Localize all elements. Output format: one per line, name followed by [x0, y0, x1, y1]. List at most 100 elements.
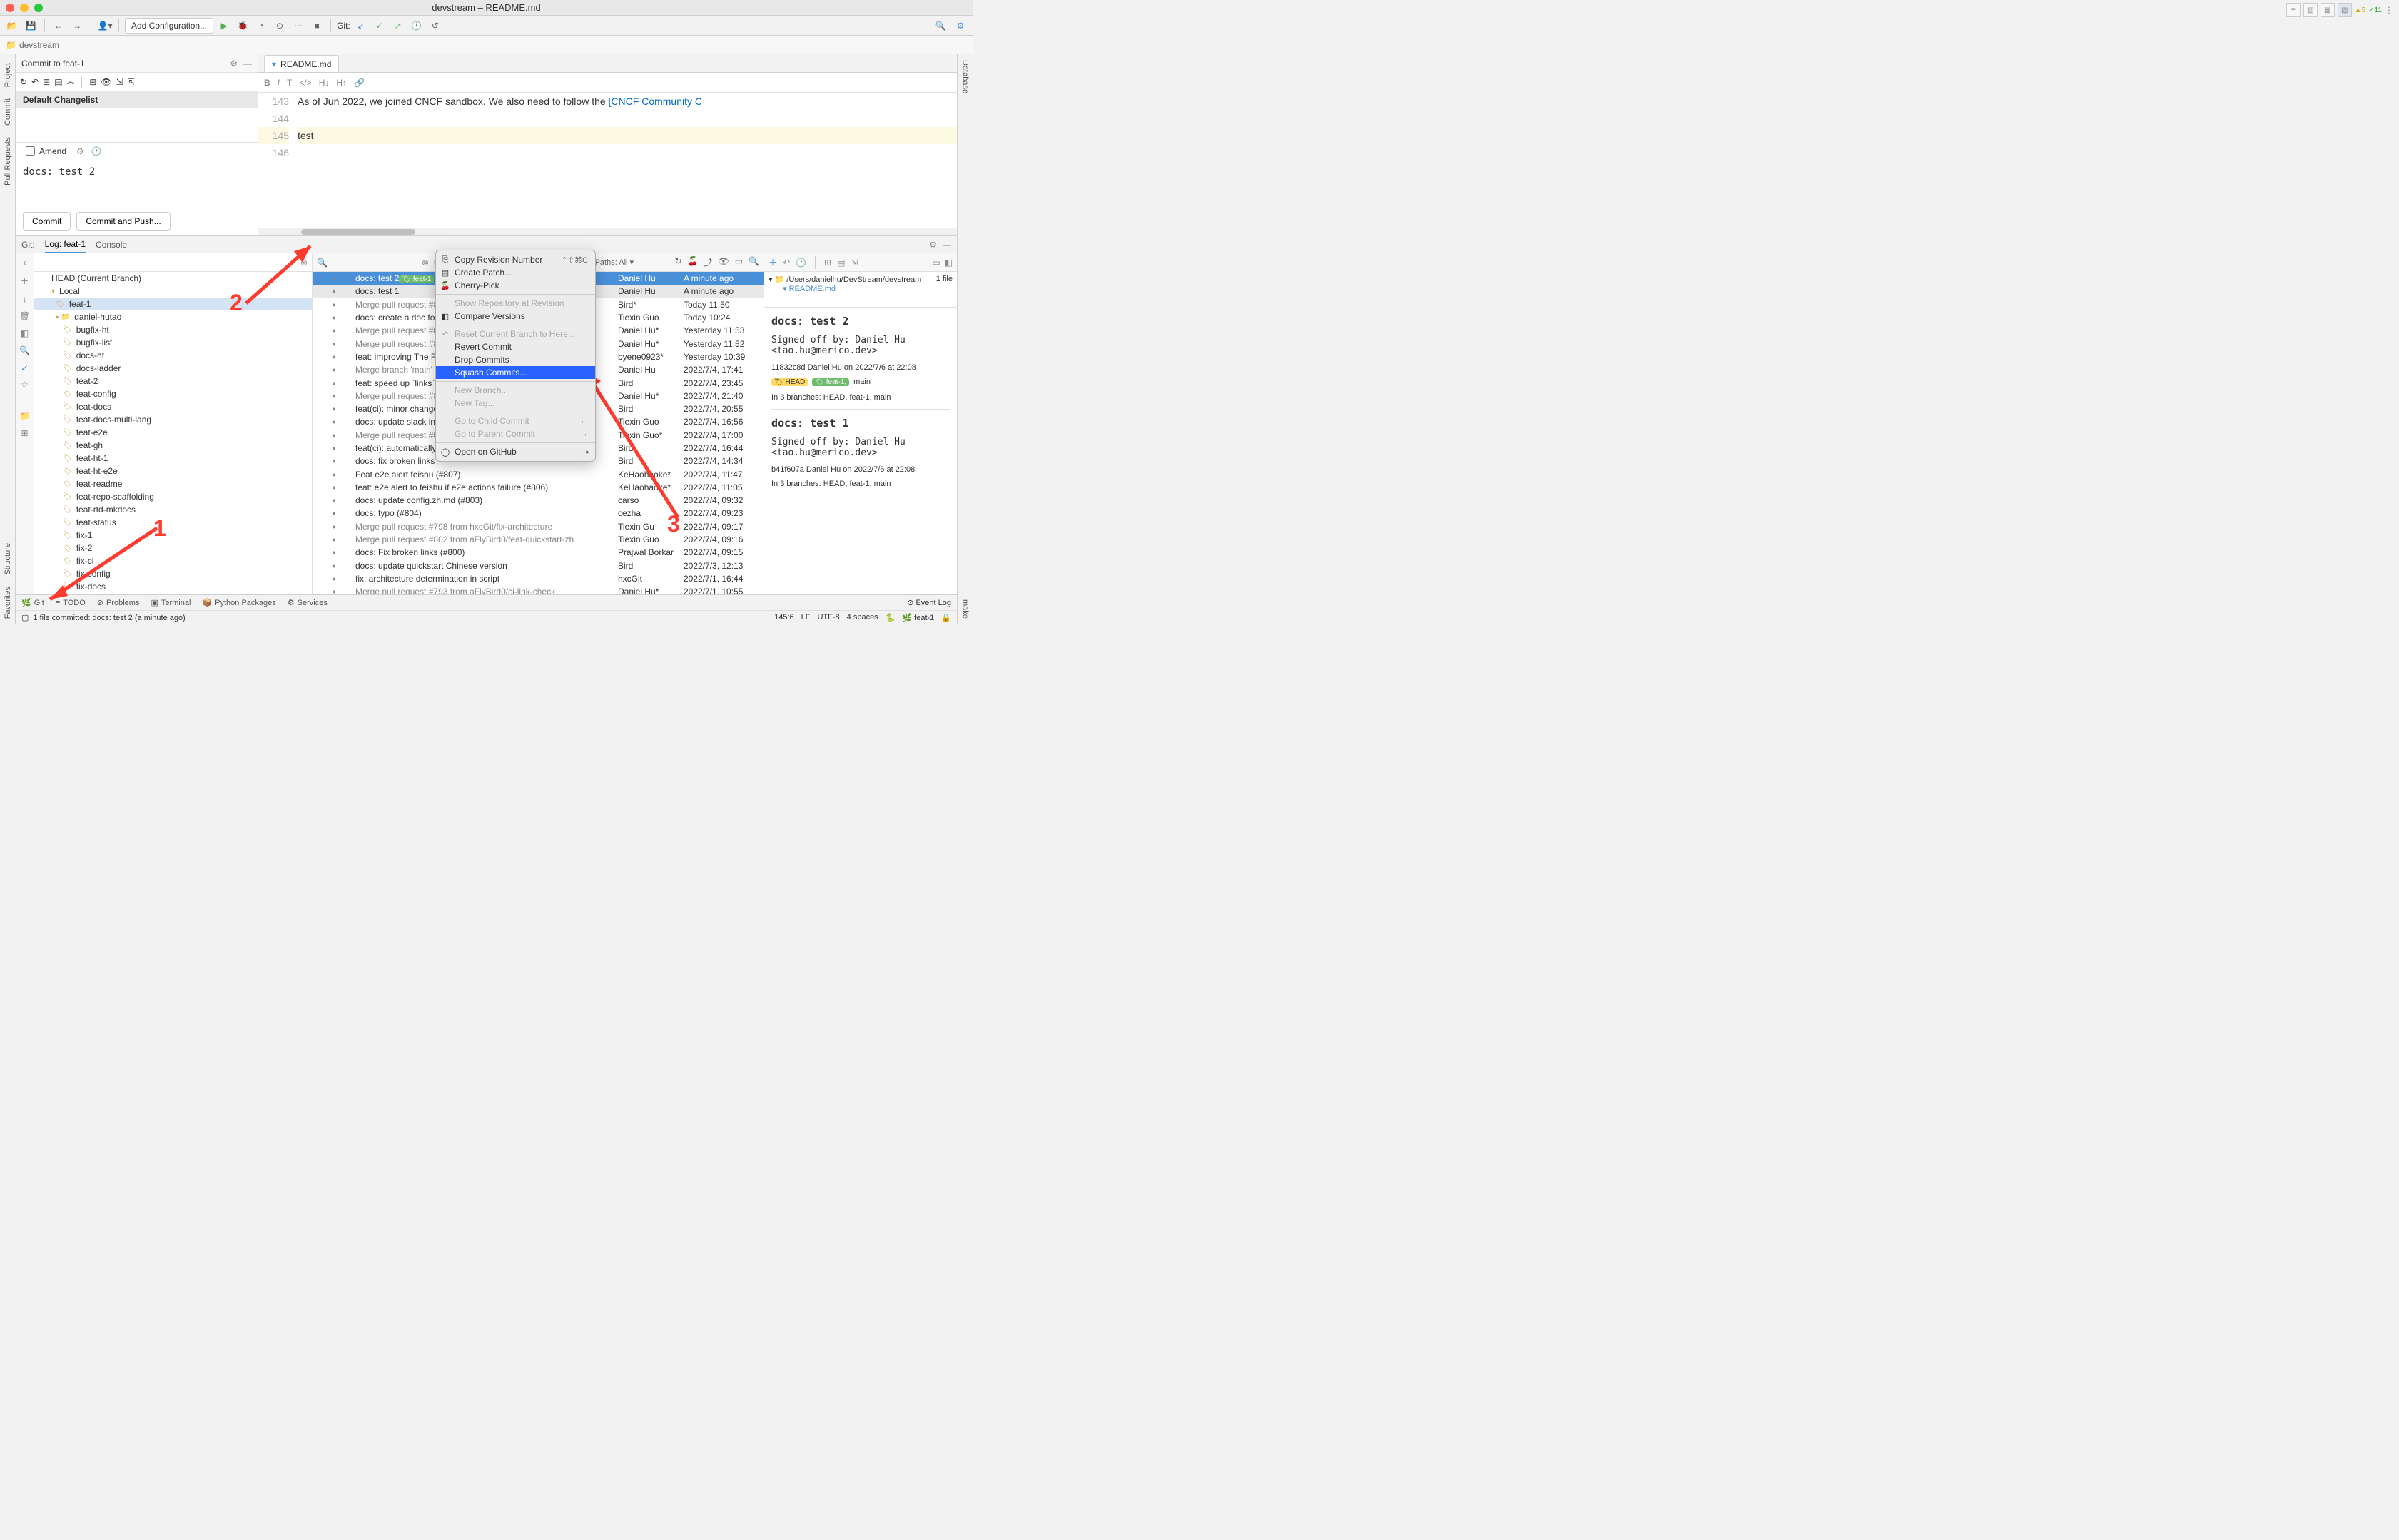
status-line-sep[interactable]: LF — [801, 613, 811, 622]
push-log-icon[interactable]: ⤴ — [704, 256, 712, 268]
breadcrumb-project[interactable]: 📁 devstream — [6, 40, 59, 50]
window-close[interactable] — [6, 4, 14, 12]
branch-feat-repo-scaffolding[interactable]: 🏷feat-repo-scaffolding — [34, 490, 312, 503]
bottom-tab-todo[interactable]: ≡TODO — [56, 599, 86, 607]
branch-local[interactable]: ▾Local — [34, 285, 312, 298]
user-icon[interactable]: 👤▾ — [97, 18, 113, 34]
history-detail-icon[interactable]: 🕐 — [796, 258, 806, 268]
branch-feat-e2e[interactable]: 🏷feat-e2e — [34, 426, 312, 439]
branch-feat-readme[interactable]: 🏷feat-readme — [34, 477, 312, 490]
attach-icon[interactable]: ⋯ — [290, 18, 306, 34]
rail-favorites[interactable]: Favorites — [1, 581, 14, 624]
branch-feat-status[interactable]: 🏷feat-status — [34, 516, 312, 529]
event-log-tab[interactable]: ⊙ Event Log — [907, 598, 951, 607]
menu-create-patch-[interactable]: ▤Create Patch... — [436, 266, 595, 279]
rail-structure[interactable]: Structure — [1, 537, 14, 581]
debug-icon[interactable]: 🐞 — [235, 18, 250, 34]
branch-bugfix-ht[interactable]: 🏷bugfix-ht — [34, 323, 312, 336]
branch-feat-rtd-mkdocs[interactable]: 🏷feat-rtd-mkdocs — [34, 503, 312, 516]
forward-icon[interactable]: → — [69, 18, 85, 34]
expand-tool-icon[interactable]: ⊞ — [21, 428, 28, 438]
collapse-icon[interactable]: ‹ — [24, 258, 26, 268]
search-icon[interactable]: 🔍 — [933, 18, 948, 34]
refresh-icon[interactable]: ↻ — [20, 77, 27, 87]
branch-feat-ht-1[interactable]: 🏷feat-ht-1 — [34, 452, 312, 465]
branch-filter-clear-icon[interactable]: ⊗ — [300, 258, 308, 268]
save-icon[interactable]: 💾 — [23, 18, 39, 34]
new-branch-icon[interactable]: ＋ — [20, 275, 29, 287]
cherry-pick-icon[interactable]: 🍒 — [688, 256, 699, 268]
menu-copy-revision-number[interactable]: ⎘Copy Revision Number⌃⇧⌘C — [436, 253, 595, 266]
amend-checkbox[interactable] — [26, 146, 35, 156]
commit-button[interactable]: Commit — [23, 212, 71, 231]
branch-daniel-hutao[interactable]: ▸ 📁daniel-hutao — [34, 310, 312, 323]
run-icon[interactable]: ▶ — [216, 18, 232, 34]
status-indent[interactable]: 4 spaces — [847, 613, 878, 622]
bottom-tab-python-packages[interactable]: 📦Python Packages — [202, 598, 275, 607]
git-hide-icon[interactable]: — — [943, 240, 951, 250]
log-row[interactable]: ●docs: update quickstart Chinese version… — [313, 559, 764, 572]
coverage-icon[interactable]: ◔ — [253, 18, 269, 34]
git-history-icon[interactable]: 🕐 — [409, 18, 425, 34]
commit-message-input[interactable]: docs: test 2 — [16, 159, 258, 207]
log-search-input[interactable] — [332, 258, 417, 268]
revert-detail-icon[interactable]: ↶ — [783, 258, 790, 268]
shelve-icon[interactable]: ⫘ — [67, 76, 75, 87]
fetch-icon[interactable]: ↙ — [21, 363, 28, 373]
menu-open-on-github[interactable]: ◯Open on GitHub▸ — [436, 445, 595, 458]
gear-icon[interactable]: ⚙ — [230, 59, 238, 69]
bottom-tab-services[interactable]: ⚙Services — [288, 598, 328, 607]
log-search-opts-icon[interactable]: ⊗ — [422, 258, 429, 268]
log-row[interactable]: ●docs: update config.zh.md (#803)carso20… — [313, 494, 764, 507]
status-py-icon[interactable]: 🐍 — [886, 613, 896, 622]
git-gear-icon[interactable]: ⚙ — [929, 240, 937, 250]
stop-icon[interactable]: ■ — [309, 18, 325, 34]
log-row[interactable]: ●Merge pull request #793 from aFlyBird0/… — [313, 585, 764, 594]
menu-drop-commits[interactable]: Drop Commits — [436, 353, 595, 366]
compare-icon[interactable]: ◧ — [21, 328, 29, 338]
branch-filter-input[interactable] — [39, 258, 300, 268]
strike-icon[interactable]: T — [287, 78, 292, 88]
group-detail-icon[interactable]: ⊞ — [824, 258, 831, 268]
flatten-icon[interactable]: ▤ — [837, 258, 845, 268]
view-icon[interactable]: 👁 — [101, 77, 111, 87]
branch-feat-1[interactable]: 🏷feat-1 — [34, 298, 312, 310]
changelist-header[interactable]: Default Changelist — [16, 91, 258, 108]
filter-paths-value[interactable]: All — [619, 258, 627, 267]
log-row[interactable]: ●Feat e2e alert feishu (#807)KeHaohaoke*… — [313, 467, 764, 480]
bold-icon[interactable]: B — [264, 78, 270, 88]
menu-compare-versions[interactable]: ◧Compare Versions — [436, 310, 595, 323]
editor-body[interactable]: 143144145146As of Jun 2022, we joined CN… — [258, 93, 957, 228]
refresh-log-icon[interactable]: ↻ — [674, 256, 681, 268]
back-icon[interactable]: ← — [51, 18, 66, 34]
expand-icon[interactable]: ⇲ — [116, 77, 123, 87]
branch-fix-config[interactable]: 🏷fix-config — [34, 567, 312, 580]
profile-icon[interactable]: ⊙ — [272, 18, 288, 34]
log-row[interactable]: ●Merge pull request #802 from aFlyBird0/… — [313, 533, 764, 546]
rail-make[interactable]: make — [959, 594, 972, 624]
link-icon[interactable]: 🔗 — [354, 78, 365, 88]
rail-pull-requests[interactable]: Pull Requests — [1, 131, 14, 191]
menu-cherry-pick[interactable]: 🍒Cherry-Pick — [436, 279, 595, 292]
h-minus-icon[interactable]: H↓ — [319, 78, 330, 88]
preview-toggle-icon[interactable]: ▭ — [932, 258, 940, 268]
menu-revert-commit[interactable]: Revert Commit — [436, 340, 595, 353]
new-changelist-icon[interactable]: ＋ — [769, 256, 777, 268]
italic-icon[interactable]: I — [278, 78, 280, 88]
git-rollback-icon[interactable]: ↺ — [427, 18, 443, 34]
branch-docs-ladder[interactable]: 🏷docs-ladder — [34, 362, 312, 375]
editor-scrollbar[interactable] — [258, 228, 957, 235]
checkout-icon[interactable]: ↓ — [23, 294, 27, 304]
bottom-tab-problems[interactable]: ⊘Problems — [97, 598, 140, 607]
window-maximize[interactable] — [34, 4, 43, 12]
branch-feat-ht-e2e[interactable]: 🏷feat-ht-e2e — [34, 465, 312, 477]
log-row[interactable]: ●docs: typo (#804)cezha2022/7/4, 09:23 — [313, 507, 764, 520]
run-config-dropdown[interactable]: Add Configuration... — [125, 18, 213, 34]
branch-bugfix-list[interactable]: 🏷bugfix-list — [34, 336, 312, 349]
status-encoding[interactable]: UTF-8 — [817, 613, 839, 622]
status-branch[interactable]: 🌿 feat-1 — [902, 613, 934, 622]
rail-database[interactable]: Database — [959, 54, 972, 99]
star-icon[interactable]: ☆ — [21, 380, 29, 390]
commit-and-push-button[interactable]: Commit and Push... — [76, 212, 170, 231]
branch-feat-docs-multi-lang[interactable]: 🏷feat-docs-multi-lang — [34, 413, 312, 426]
